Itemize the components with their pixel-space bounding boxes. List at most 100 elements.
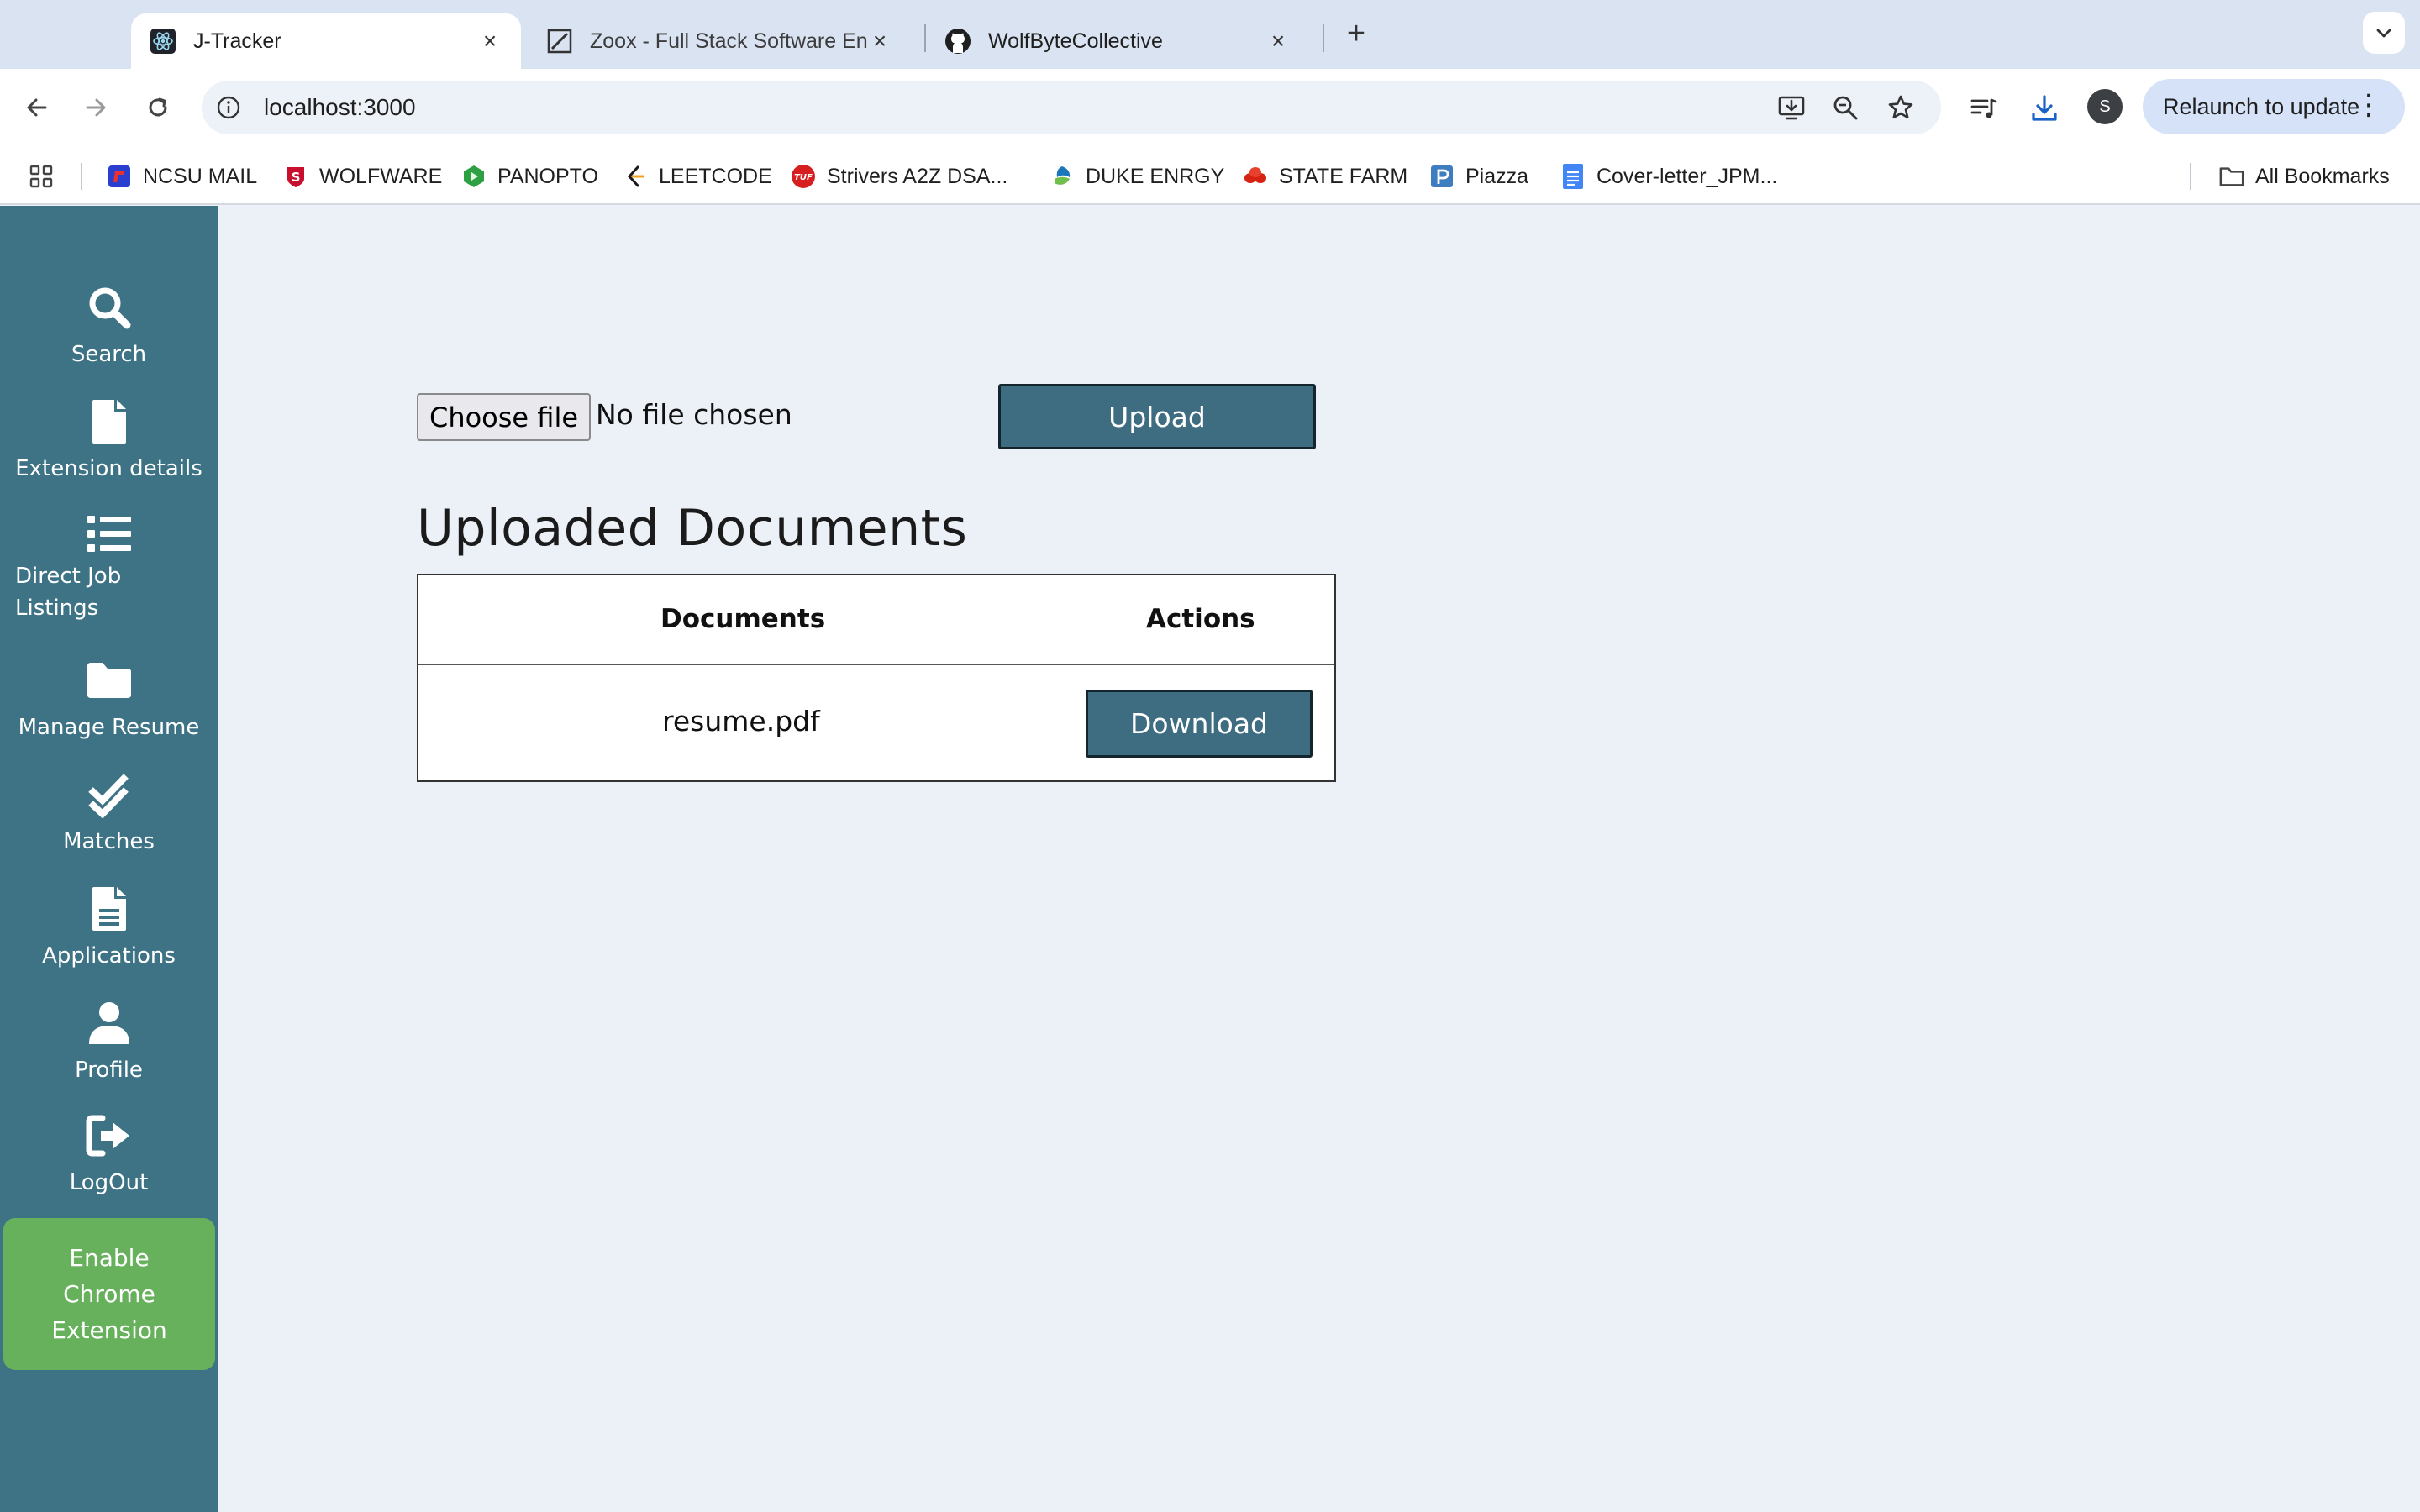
tab-divider — [1323, 24, 1324, 52]
panopto-icon — [460, 163, 487, 190]
bookmark-label: STATE FARM — [1279, 164, 1408, 188]
close-icon[interactable]: × — [477, 28, 502, 54]
sidebar-item-matches[interactable]: Matches — [0, 770, 218, 854]
relaunch-label: Relaunch to update — [2163, 93, 2360, 119]
reload-icon[interactable] — [138, 87, 178, 128]
document-name: resume.pdf — [662, 705, 820, 738]
sidebar-item-label: Extension details — [15, 456, 203, 481]
relaunch-button[interactable]: Relaunch to update ⋮ — [2143, 79, 2405, 134]
sidebar-item-manage-resume[interactable]: Manage Resume — [0, 656, 218, 740]
sidebar-item-label: Matches — [63, 829, 155, 854]
bookmark-label: LEETCODE — [659, 164, 772, 188]
bookmark-strivers[interactable]: TUF Strivers A2Z DSA... — [790, 160, 1007, 193]
bookmark-divider — [2190, 163, 2191, 190]
documents-table: Documents Actions resume.pdf Download — [417, 574, 1336, 782]
choose-file-button[interactable]: Choose file — [417, 393, 591, 441]
bookmark-label: Piazza — [1465, 164, 1529, 188]
sidebar-item-label: Search — [71, 342, 147, 367]
sidebar-item-logout[interactable]: LogOut — [0, 1111, 218, 1195]
sidebar-item-applications[interactable]: Applications — [0, 885, 218, 969]
column-header-documents: Documents — [660, 604, 826, 634]
sidebar-item-search[interactable]: Search — [0, 283, 218, 367]
folder-icon — [2218, 163, 2245, 190]
chevron-down-icon[interactable] — [2363, 12, 2405, 54]
browser-toolbar: localhost:3000 — [0, 69, 2420, 146]
bookmark-panopto[interactable]: PANOPTO — [460, 160, 598, 193]
google-docs-icon — [1560, 163, 1586, 190]
page-title: Uploaded Documents — [417, 499, 968, 558]
more-options-icon[interactable]: ⋮ — [2354, 91, 2383, 119]
user-icon — [84, 999, 134, 1047]
close-icon[interactable]: × — [867, 28, 892, 54]
double-check-icon — [84, 770, 134, 819]
apps-icon[interactable] — [29, 160, 54, 193]
leetcode-icon — [622, 163, 649, 190]
download-button[interactable]: Download — [1086, 690, 1313, 758]
column-header-actions: Actions — [1146, 604, 1255, 634]
tab-zoox[interactable]: Zoox - Full Stack Software En × — [528, 13, 911, 69]
file-status-text: No file chosen — [596, 398, 792, 431]
address-bar[interactable] — [202, 81, 1941, 134]
tuf-icon: TUF — [790, 163, 817, 190]
bookmark-leetcode[interactable]: LEETCODE — [622, 160, 772, 193]
react-icon — [150, 28, 176, 55]
table-header: Documents Actions — [418, 575, 1334, 665]
search-icon — [84, 283, 134, 332]
ncsu-mail-icon — [106, 163, 133, 190]
sidebar-item-direct-job-listings[interactable]: Direct Job Listings — [0, 510, 218, 624]
bookmark-label: NCSU MAIL — [143, 164, 258, 188]
zoox-icon — [546, 28, 573, 55]
media-control-icon[interactable] — [1965, 89, 2003, 128]
star-icon[interactable] — [1882, 89, 1919, 126]
file-icon — [84, 397, 134, 446]
sidebar-item-label: LogOut — [69, 1170, 149, 1195]
tab-strip: J-Tracker × Zoox - Full Stack Software E… — [0, 0, 2420, 69]
bookmark-label: Strivers A2Z DSA... — [827, 164, 1008, 188]
tab-title: J-Tracker — [193, 29, 281, 53]
tab-wolfbytecollective[interactable]: WolfByteCollective × — [926, 13, 1309, 69]
folder-icon — [84, 656, 134, 705]
piazza-icon — [1428, 163, 1455, 190]
sidebar-item-profile[interactable]: Profile — [0, 999, 218, 1083]
list-icon — [84, 510, 134, 559]
install-app-icon[interactable] — [1773, 89, 1810, 126]
bookmark-piazza[interactable]: Piazza — [1428, 160, 1528, 193]
bookmark-wolfware[interactable]: S WOLFWARE — [282, 160, 442, 193]
duke-energy-icon — [1049, 163, 1076, 190]
all-bookmarks-label: All Bookmarks — [2255, 164, 2390, 188]
bookmark-cover-letter[interactable]: Cover-letter_JPM... — [1560, 160, 1777, 193]
svg-text:S: S — [292, 170, 301, 185]
new-tab-icon[interactable]: + — [1338, 15, 1375, 52]
bookmark-label: Cover-letter_JPM... — [1597, 164, 1778, 188]
sidebar-item-label: Manage Resume — [18, 715, 200, 740]
zoom-icon[interactable] — [1827, 89, 1864, 126]
download-icon[interactable] — [2025, 89, 2064, 128]
logout-icon — [84, 1111, 134, 1160]
close-icon[interactable]: × — [1265, 28, 1291, 54]
wolfware-icon: S — [282, 163, 309, 190]
state-farm-icon — [1242, 163, 1269, 190]
document-icon — [84, 885, 134, 933]
url-text[interactable]: localhost:3000 — [264, 94, 416, 121]
back-icon[interactable] — [17, 87, 57, 128]
upload-button[interactable]: Upload — [998, 384, 1316, 449]
svg-text:TUF: TUF — [794, 173, 813, 182]
forward-icon[interactable] — [76, 87, 116, 128]
enable-chrome-extension-button[interactable]: Enable Chrome Extension — [3, 1218, 215, 1370]
bookmark-label: WOLFWARE — [319, 164, 443, 188]
sidebar-item-label: Profile — [75, 1058, 143, 1083]
site-info-icon[interactable] — [212, 91, 245, 124]
bookmark-ncsu-mail[interactable]: NCSU MAIL — [106, 160, 257, 193]
all-bookmarks[interactable]: All Bookmarks — [2218, 160, 2390, 193]
github-icon — [944, 28, 971, 55]
tab-j-tracker[interactable]: J-Tracker × — [131, 13, 521, 69]
sidebar-item-extension-details[interactable]: Extension details — [0, 397, 218, 481]
tab-title: Zoox - Full Stack Software En — [590, 29, 867, 53]
bookmark-label: PANOPTO — [497, 164, 598, 188]
avatar[interactable]: S — [2087, 89, 2123, 124]
bookmark-state-farm[interactable]: STATE FARM — [1242, 160, 1407, 193]
bookmark-duke-energy[interactable]: DUKE ENRGY — [1049, 160, 1224, 193]
sidebar-item-label: Applications — [42, 943, 176, 969]
tab-title: WolfByteCollective — [988, 29, 1163, 53]
sidebar-item-label: Direct Job Listings — [15, 564, 122, 621]
